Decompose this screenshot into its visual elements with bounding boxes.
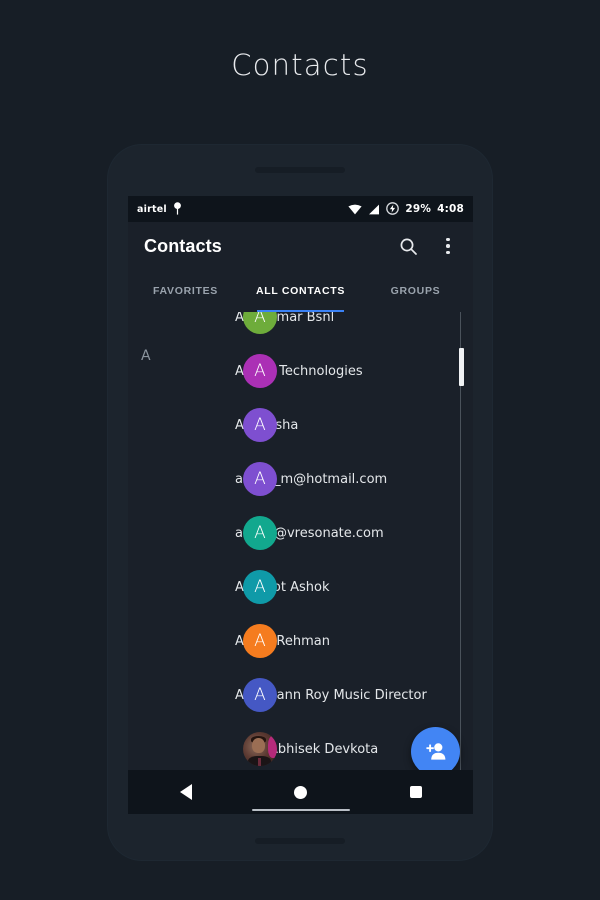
avatar-initial: A (254, 415, 266, 435)
signal-icon (368, 200, 380, 219)
avatar-photo (243, 732, 277, 766)
tab-all-contacts[interactable]: ALL CONTACTS (243, 270, 358, 312)
list-item[interactable]: A aasim_m@hotmail.com (128, 452, 473, 506)
overflow-menu-icon[interactable] (435, 233, 461, 259)
avatar: A (243, 354, 277, 388)
phone-screen: airtel 29% 4:08 Contacts FAVORITES ALL C… (128, 196, 473, 814)
avatar-initial: A (254, 631, 266, 651)
avatar-initial: A (254, 685, 266, 705)
avatar: A (243, 312, 277, 334)
page-title: Contacts (231, 48, 369, 82)
contact-list-area[interactable]: A A A S Kumar Bsnl A A-Kart Technologies (128, 312, 473, 770)
app-bar-actions (395, 233, 461, 259)
earpiece-grille (255, 167, 345, 173)
app-bar-title: Contacts (144, 235, 222, 256)
add-contact-button[interactable] (411, 727, 460, 776)
avatar: A (243, 516, 277, 550)
list-item[interactable]: A Aakansha (128, 398, 473, 452)
tab-groups-label: GROUPS (390, 285, 441, 297)
avatar-initial: A (254, 523, 266, 543)
recents-icon (409, 786, 422, 798)
list-item[interactable]: A Abdul Rehman (128, 614, 473, 668)
home-icon (294, 785, 307, 799)
carrier-label: airtel (137, 203, 167, 215)
tab-favorites-label: FAVORITES (152, 285, 219, 297)
avatar-initial: A (254, 312, 266, 327)
tab-favorites[interactable]: FAVORITES (128, 270, 243, 312)
avatar-initial: A (254, 577, 266, 597)
bottom-grille (255, 838, 345, 844)
list-item[interactable]: A A-Kart Technologies (128, 344, 473, 398)
status-bar-right: 29% 4:08 (348, 200, 464, 219)
tab-groups[interactable]: GROUPS (358, 270, 473, 312)
system-nav-bar (128, 770, 473, 814)
back-button[interactable] (166, 777, 206, 807)
recents-button[interactable] (396, 777, 436, 807)
avatar: A (243, 408, 277, 442)
back-icon (179, 784, 192, 800)
avatar-initial: A (254, 469, 266, 489)
search-icon[interactable] (395, 233, 421, 259)
location-icon (173, 200, 182, 219)
clock-label: 4:08 (437, 203, 464, 215)
avatar: A (243, 570, 277, 604)
contact-list: A A S Kumar Bsnl A A-Kart Technologies A (128, 312, 473, 770)
contact-name: Abhisek Devkota (269, 741, 379, 757)
list-item[interactable]: A Abhimann Roy Music Director (128, 668, 473, 722)
avatar: A (243, 678, 277, 712)
home-button[interactable] (281, 777, 321, 807)
battery-charging-icon (386, 200, 400, 219)
list-item[interactable]: A aasim@vresonate.com (128, 506, 473, 560)
app-bar: Contacts (128, 222, 473, 270)
scrollbar-thumb[interactable] (459, 348, 464, 386)
gesture-bar (251, 809, 350, 811)
battery-percent-label: 29% (405, 203, 432, 215)
list-item[interactable]: A Ab Infot Ashok (128, 560, 473, 614)
status-bar: airtel 29% 4:08 (128, 196, 473, 222)
tab-all-contacts-label: ALL CONTACTS (255, 285, 346, 297)
status-bar-left: airtel (137, 200, 182, 219)
list-item[interactable]: A A S Kumar Bsnl (128, 312, 473, 344)
add-contact-icon (426, 743, 446, 760)
tab-bar: FAVORITES ALL CONTACTS GROUPS (128, 270, 473, 312)
wifi-icon (348, 200, 362, 219)
avatar: A (243, 624, 277, 658)
avatar-initial: A (254, 361, 266, 381)
avatar: A (243, 462, 277, 496)
